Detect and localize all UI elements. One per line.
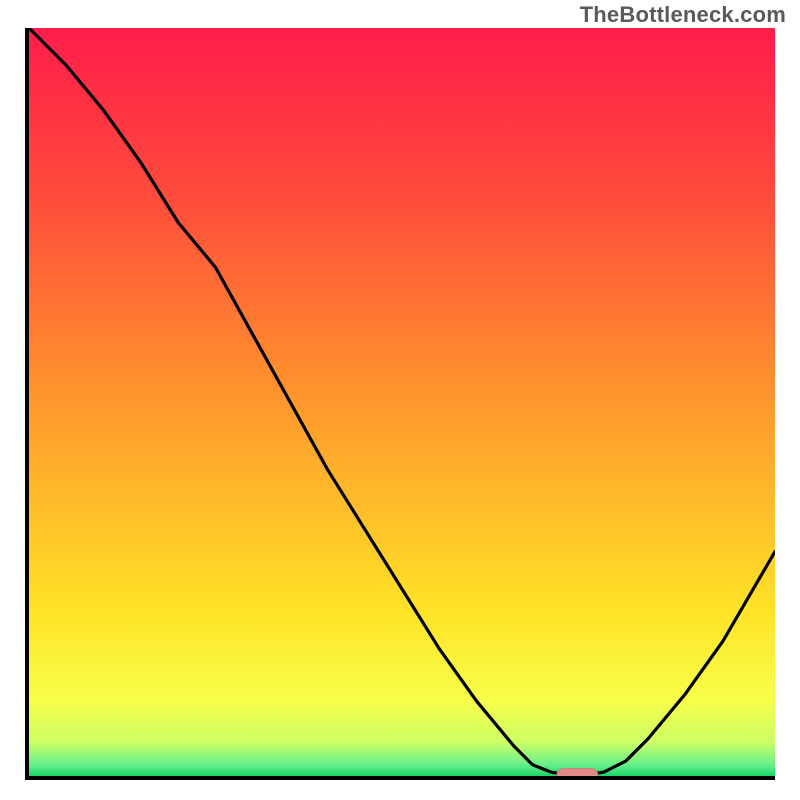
watermark-text: TheBottleneck.com: [580, 2, 786, 28]
chart-svg: [29, 28, 775, 776]
plot-area: [29, 28, 775, 776]
plot-frame: [25, 28, 775, 780]
gradient-background: [29, 28, 775, 776]
optimum-marker: [557, 769, 598, 776]
chart-container: TheBottleneck.com: [0, 0, 800, 800]
